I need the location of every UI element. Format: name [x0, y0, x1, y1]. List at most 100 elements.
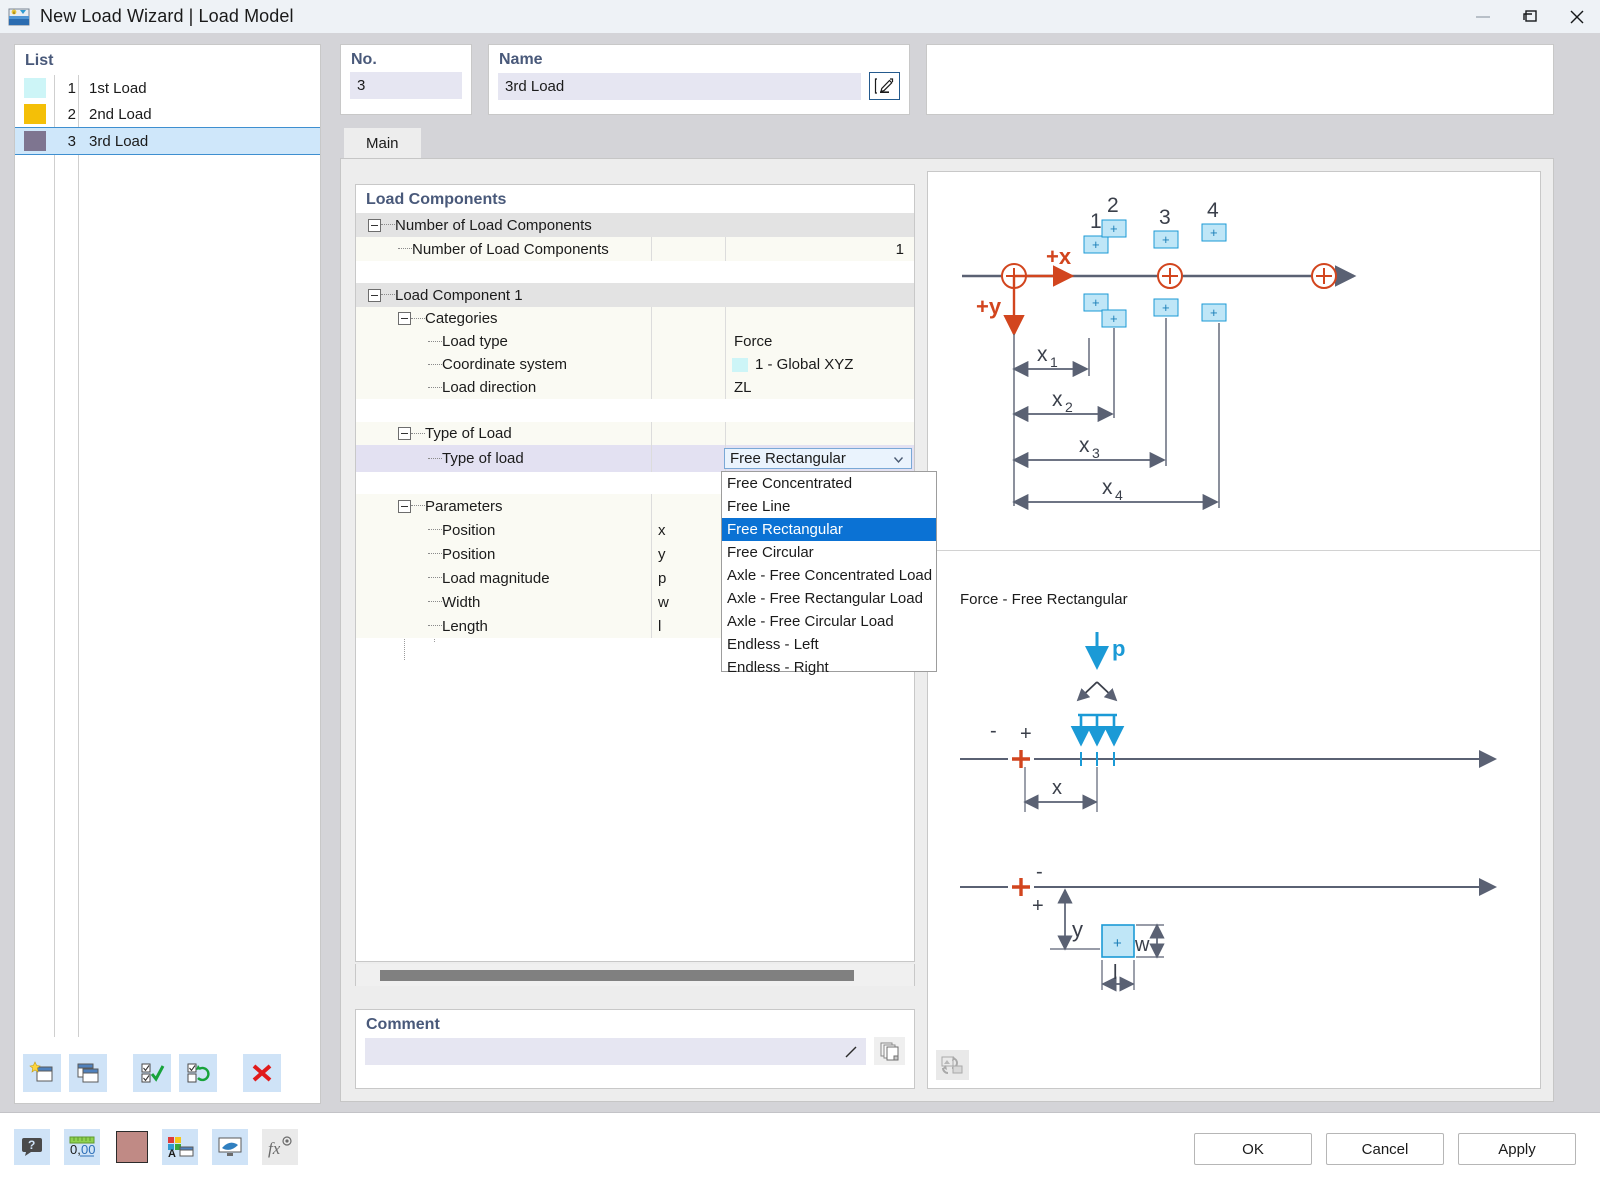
tree-connector	[428, 601, 442, 603]
apply-button[interactable]: Apply	[1458, 1133, 1576, 1165]
cell-divider	[651, 566, 652, 590]
svg-text:x: x	[1037, 343, 1048, 366]
svg-text:-: -	[990, 720, 997, 742]
list-column-divider-1	[54, 75, 55, 1037]
cell-divider	[651, 494, 652, 518]
cancel-button[interactable]: Cancel	[1326, 1133, 1444, 1165]
svg-text:+: +	[1162, 300, 1170, 315]
tree-row-value-cell: 1 - Global XYZ	[732, 356, 853, 373]
scrollbar-thumb[interactable]	[380, 970, 854, 981]
list-item-number: 1	[67, 79, 76, 97]
svg-text:+: +	[1020, 723, 1032, 745]
tree-row-label: Type of Load	[425, 425, 512, 442]
help-button[interactable]: ?	[14, 1129, 50, 1165]
tree-row-type-of-load[interactable]: Type of load Free Rectangular	[356, 445, 914, 472]
list-item-selected[interactable]: 3 3rd Load	[15, 127, 320, 155]
tree-leaf-row[interactable]: Number of Load Components 1	[356, 237, 914, 261]
display-properties-button[interactable]: A	[162, 1129, 198, 1165]
svg-text:A: A	[168, 1148, 176, 1159]
tree-connector	[428, 625, 442, 627]
list-item-label: 3rd Load	[89, 132, 149, 150]
svg-text:1: 1	[1050, 354, 1058, 370]
tab-main[interactable]: Main	[344, 128, 421, 158]
tree-group-row[interactable]: Load Component 1	[356, 283, 914, 307]
restore-button[interactable]	[1506, 0, 1553, 33]
svg-text:+: +	[1092, 237, 1100, 252]
tree-group-row[interactable]: Type of Load	[356, 422, 914, 445]
collapse-icon[interactable]	[398, 499, 411, 513]
select-all-button[interactable]	[133, 1054, 171, 1092]
dropdown-option[interactable]: Free Concentrated	[722, 472, 936, 495]
decimal-places-button[interactable]: 0, 00	[64, 1129, 100, 1165]
free-rectangular-detail-diagram: p - + x - + y + w l	[960, 632, 1497, 992]
list-item[interactable]: 1 1st Load	[15, 75, 320, 101]
type-of-load-combobox[interactable]: Free Rectangular	[724, 448, 912, 469]
no-input[interactable]: 3	[350, 72, 462, 99]
cell-divider	[651, 307, 652, 330]
ok-button[interactable]: OK	[1194, 1133, 1312, 1165]
tree-connector	[411, 432, 425, 435]
svg-text:+: +	[1092, 295, 1100, 310]
copy-load-button[interactable]	[69, 1054, 107, 1092]
load-model-icon: 6	[8, 7, 30, 27]
dropdown-option-selected[interactable]: Free Rectangular	[722, 518, 936, 541]
list-column-divider-2	[78, 75, 79, 1037]
tree-row-symbol: w	[658, 593, 669, 611]
comment-input[interactable]	[365, 1037, 866, 1065]
load-list[interactable]: 1 1st Load 2 2nd Load 3 3rd Load	[15, 75, 320, 1037]
color-swatch-cell	[15, 131, 54, 151]
name-input[interactable]: 3rd Load	[498, 72, 861, 100]
axle-system-diagram: +x +y + 1 + 2 + 3 + 4 + + + + x 1 x 2 x …	[962, 194, 1357, 511]
svg-text:-: -	[1036, 861, 1043, 883]
svg-text:x: x	[1079, 434, 1090, 457]
list-item[interactable]: 2 2nd Load	[15, 101, 320, 127]
bottom-bar: ? 0, 00 A fx OK Cancel Apply	[0, 1112, 1600, 1200]
collapse-icon[interactable]	[368, 218, 381, 232]
collapse-icon[interactable]	[398, 427, 411, 440]
tree-row-label: Load magnitude	[442, 569, 550, 587]
collapse-icon[interactable]	[398, 312, 411, 325]
delete-load-button[interactable]	[243, 1054, 281, 1092]
tree-connector	[428, 386, 442, 389]
dropdown-option[interactable]: Free Line	[722, 495, 936, 518]
collapse-icon[interactable]	[368, 288, 381, 302]
edit-name-icon[interactable]	[869, 72, 900, 100]
cell-divider	[725, 353, 726, 376]
new-load-button[interactable]	[23, 1054, 61, 1092]
tree-leaf-row[interactable]: Load direction ZL	[356, 376, 914, 399]
tree-horizontal-scrollbar[interactable]	[355, 964, 915, 986]
close-button[interactable]	[1553, 0, 1600, 33]
dropdown-option[interactable]: Endless - Left	[722, 633, 936, 656]
dropdown-option[interactable]: Axle - Free Concentrated Load	[722, 564, 936, 587]
copy-comment-icon[interactable]	[874, 1037, 905, 1065]
svg-text:y: y	[1072, 917, 1083, 942]
type-of-load-dropdown-list[interactable]: Free Concentrated Free Line Free Rectang…	[721, 471, 937, 676]
dropdown-option[interactable]: Endless - Right	[722, 656, 936, 679]
tree-row-label: Load type	[442, 333, 508, 350]
invert-selection-button[interactable]	[179, 1054, 217, 1092]
tree-connector	[428, 457, 442, 460]
tree-group-row[interactable]: Number of Load Components	[356, 213, 914, 237]
refresh-image-icon[interactable]	[936, 1050, 969, 1080]
minimize-button[interactable]	[1459, 0, 1506, 33]
cell-divider	[651, 353, 652, 376]
svg-text:4: 4	[1115, 487, 1123, 503]
cell-divider	[725, 422, 726, 445]
tree-group-row[interactable]: Categories	[356, 307, 914, 330]
svg-text:+: +	[1210, 305, 1218, 320]
svg-text:x: x	[1052, 388, 1063, 411]
formula-button[interactable]: fx	[262, 1129, 298, 1165]
dropdown-option[interactable]: Free Circular	[722, 541, 936, 564]
dropdown-option[interactable]: Axle - Free Circular Load	[722, 610, 936, 633]
tree-row-label: Position	[442, 521, 496, 539]
dropdown-option[interactable]: Axle - Free Rectangular Load	[722, 587, 936, 610]
tree-row-label: Coordinate system	[442, 356, 568, 373]
tree-row-label: Parameters	[425, 497, 503, 515]
chevron-down-icon[interactable]	[892, 453, 905, 470]
color-button[interactable]	[114, 1129, 150, 1165]
visual-settings-button[interactable]	[212, 1129, 248, 1165]
list-toolbar	[15, 1043, 320, 1103]
tree-leaf-row[interactable]: Coordinate system 1 - Global XYZ	[356, 353, 914, 376]
tree-row-symbol: p	[658, 569, 667, 587]
tree-leaf-row[interactable]: Load type Force	[356, 330, 914, 353]
